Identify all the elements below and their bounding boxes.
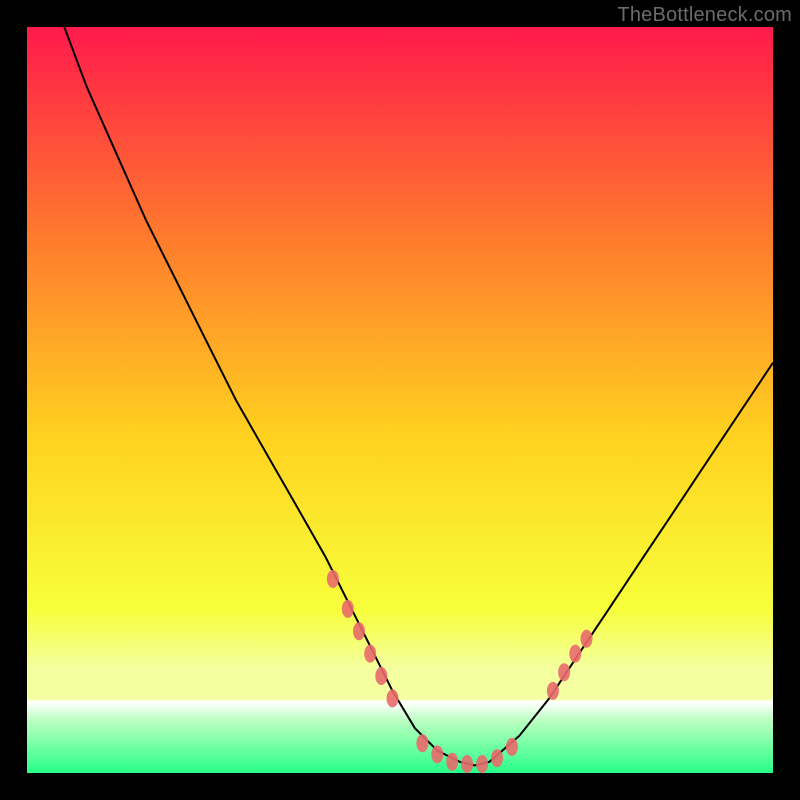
curve-marker xyxy=(353,622,365,640)
curve-marker xyxy=(547,682,559,700)
curve-marker xyxy=(558,663,570,681)
gradient-rect xyxy=(27,27,773,773)
bottleneck-chart xyxy=(27,27,773,773)
curve-marker xyxy=(446,753,458,771)
curve-marker xyxy=(364,645,376,663)
curve-marker xyxy=(431,745,443,763)
watermark-text: TheBottleneck.com xyxy=(617,4,792,27)
curve-marker xyxy=(461,755,473,773)
curve-marker xyxy=(569,645,581,663)
curve-marker xyxy=(375,667,387,685)
curve-marker xyxy=(476,755,488,773)
curve-marker xyxy=(491,749,503,767)
curve-marker xyxy=(416,734,428,752)
curve-marker xyxy=(506,738,518,756)
curve-marker xyxy=(387,689,399,707)
curve-marker xyxy=(581,630,593,648)
curve-marker xyxy=(342,600,354,618)
plot-frame xyxy=(27,27,773,773)
curve-marker xyxy=(327,570,339,588)
